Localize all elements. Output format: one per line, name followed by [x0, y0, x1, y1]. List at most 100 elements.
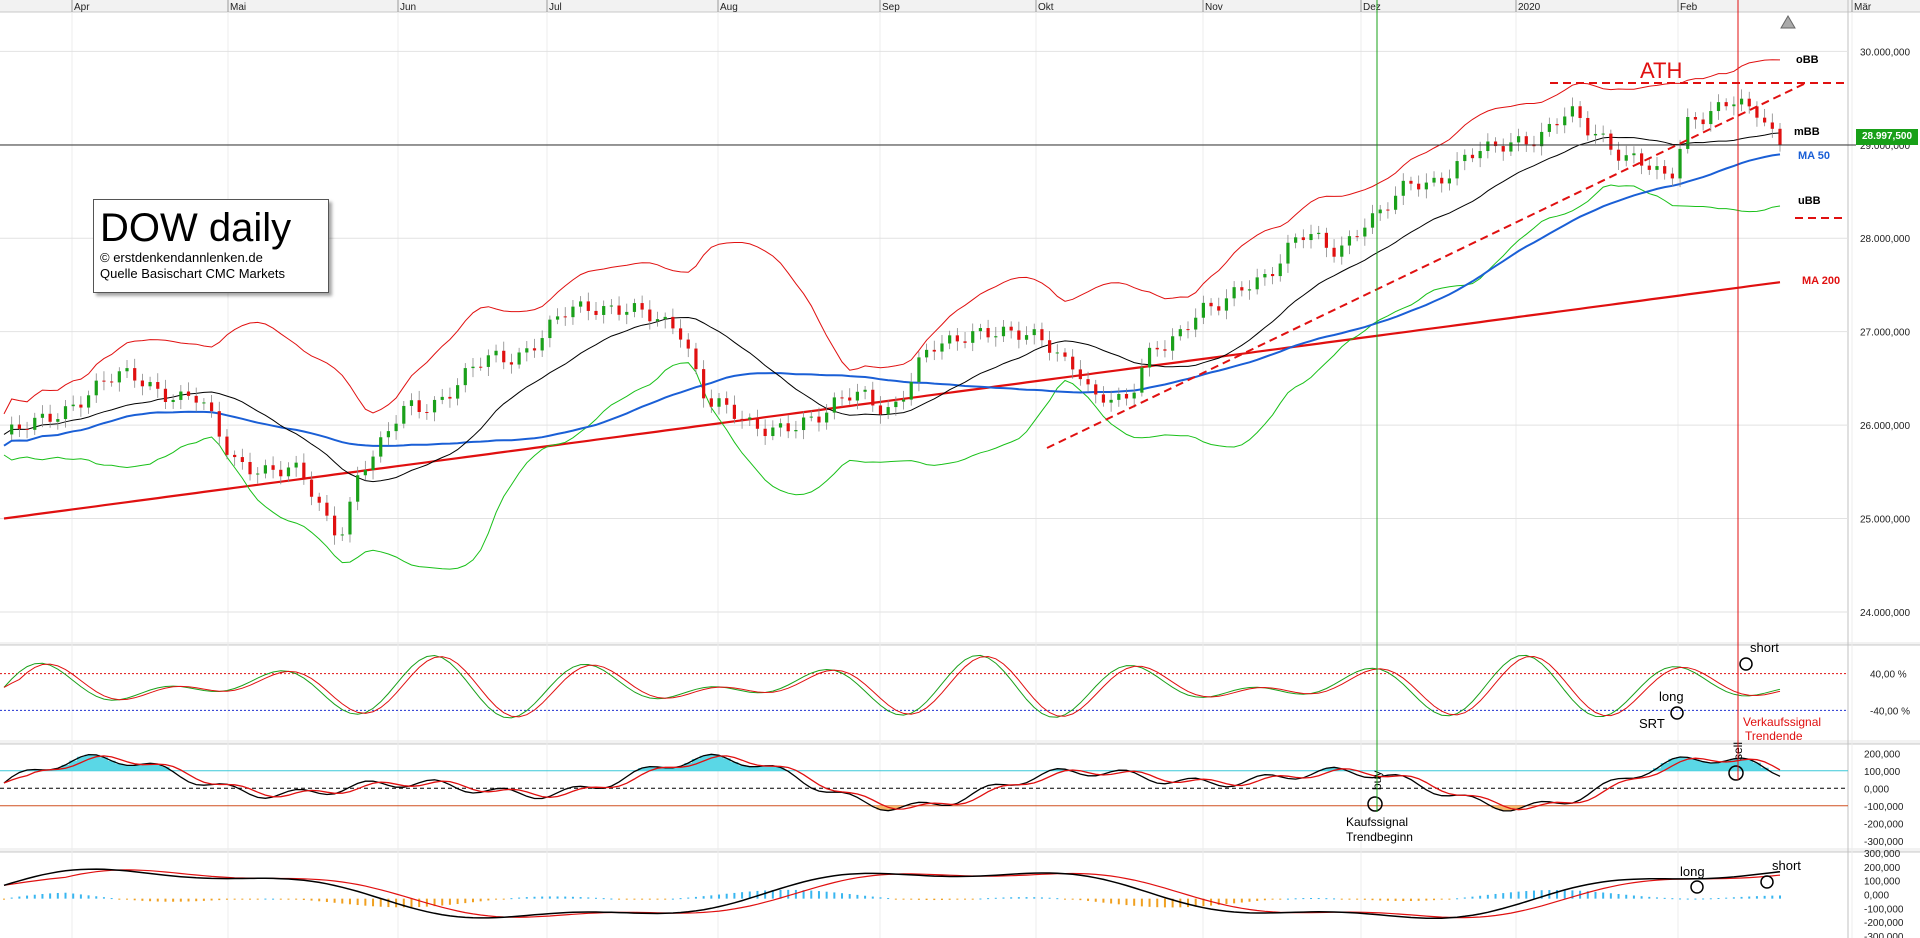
candle: [1101, 394, 1106, 403]
osc-annotation: Trendbeginn: [1346, 830, 1413, 844]
candle: [194, 395, 198, 403]
macd-histogram-bar: [610, 898, 613, 900]
short-signal-circle-icon: [1760, 875, 1774, 889]
macd-histogram-bar: [910, 898, 913, 900]
candle: [1094, 384, 1098, 395]
candle: [271, 465, 275, 470]
candle: [1609, 133, 1613, 150]
candle: [1655, 166, 1659, 170]
macd-histogram-bar: [1140, 898, 1143, 907]
candle: [1501, 146, 1505, 152]
candle: [1140, 367, 1144, 393]
macd-histogram-bar: [1755, 896, 1758, 899]
macd-y-tick-label: -100,000: [1864, 904, 1904, 915]
macd-histogram-bar: [1348, 898, 1351, 900]
candle: [217, 411, 221, 437]
candle: [579, 301, 583, 307]
macd-histogram-bar: [1463, 897, 1466, 899]
macd-histogram-bar: [1033, 897, 1036, 899]
osc-y-tick-label: -100,000: [1864, 802, 1904, 813]
candle: [1217, 306, 1221, 311]
macd-histogram-bar: [79, 894, 82, 899]
candle: [1709, 111, 1713, 125]
candle: [609, 305, 613, 307]
macd-histogram-bar: [26, 895, 29, 899]
candle: [1732, 104, 1736, 107]
macd-histogram-bar: [1233, 898, 1236, 904]
candle: [17, 424, 21, 429]
macd-histogram-bar: [1294, 898, 1297, 900]
macd-line: [3, 868, 1781, 920]
macd-histogram-bar: [633, 898, 636, 900]
candle: [548, 319, 552, 339]
main-price-panel: [0, 59, 1856, 570]
macd-histogram-bar: [1471, 896, 1474, 899]
candle: [1524, 136, 1528, 145]
candle: [1048, 340, 1052, 353]
candle: [1247, 289, 1252, 291]
macd-histogram-bar: [1509, 892, 1512, 899]
candle: [755, 417, 760, 429]
macd-histogram-bar: [556, 896, 559, 899]
macd-histogram-bar: [1048, 897, 1051, 899]
macd-histogram-bar: [1286, 898, 1289, 900]
candle: [117, 371, 121, 383]
candle: [694, 348, 698, 370]
candle: [602, 306, 606, 315]
candle: [309, 479, 314, 497]
macd-histogram-bar: [964, 898, 967, 900]
y-tick-label: 27.000,000: [1860, 328, 1910, 339]
macd-histogram-bar: [41, 894, 44, 899]
macd-histogram-bar: [1133, 898, 1136, 906]
stoch-k-line: [3, 654, 1781, 719]
candle: [356, 475, 360, 502]
candle: [1009, 326, 1013, 331]
macd-histogram-bar: [1002, 897, 1005, 899]
candle: [678, 328, 683, 340]
candle: [286, 467, 291, 477]
macd-histogram-bar: [310, 898, 313, 901]
candle: [1240, 287, 1244, 291]
candle: [871, 389, 875, 406]
macd-histogram-bar: [1310, 898, 1313, 900]
macd-histogram-bar: [756, 890, 759, 899]
candle: [86, 395, 91, 408]
candle: [1570, 106, 1575, 117]
candle: [110, 381, 114, 383]
candle: [1424, 182, 1428, 190]
macd-histogram-bar: [1717, 898, 1720, 900]
annotations: ATH oBB mBB MA 50 uBB MA 200: [1376, 0, 1840, 812]
macd-histogram-bar: [1317, 898, 1320, 900]
macd-histogram-bar: [602, 898, 605, 900]
candle: [1763, 117, 1767, 123]
panel-separator: [0, 848, 1920, 852]
macd-histogram-bar: [694, 896, 697, 899]
candle: [1147, 347, 1152, 368]
candle: [456, 385, 460, 399]
candle: [1286, 242, 1290, 264]
candle: [986, 328, 990, 338]
candle: [1640, 153, 1644, 166]
macd-histogram-bar: [879, 897, 882, 899]
macd-histogram-bar: [333, 898, 336, 903]
candle: [525, 348, 529, 353]
candle: [878, 405, 883, 415]
month-tick-label: 2020: [1518, 2, 1541, 13]
candle: [978, 328, 983, 332]
trend-line: [1046, 81, 1809, 449]
macd-histogram-bar: [1056, 898, 1059, 900]
chart-title: DOW daily: [100, 206, 292, 250]
macd-histogram-bar: [479, 898, 482, 902]
macd-histogram-bar: [1702, 898, 1705, 900]
macd-histogram-bar: [1394, 898, 1397, 901]
candle: [586, 301, 590, 311]
macd-histogram-bar: [49, 893, 52, 899]
candle: [632, 303, 637, 312]
candle: [1163, 349, 1167, 351]
candle: [1693, 117, 1698, 120]
macd-histogram-bar: [325, 898, 328, 903]
macd-histogram-bar: [641, 898, 644, 900]
stochastic-panel: 40,00 % -40,00 % short long SRT Verkaufssigna…: [0, 640, 1910, 743]
candle: [640, 303, 644, 310]
macd-histogram-bar: [787, 889, 790, 899]
